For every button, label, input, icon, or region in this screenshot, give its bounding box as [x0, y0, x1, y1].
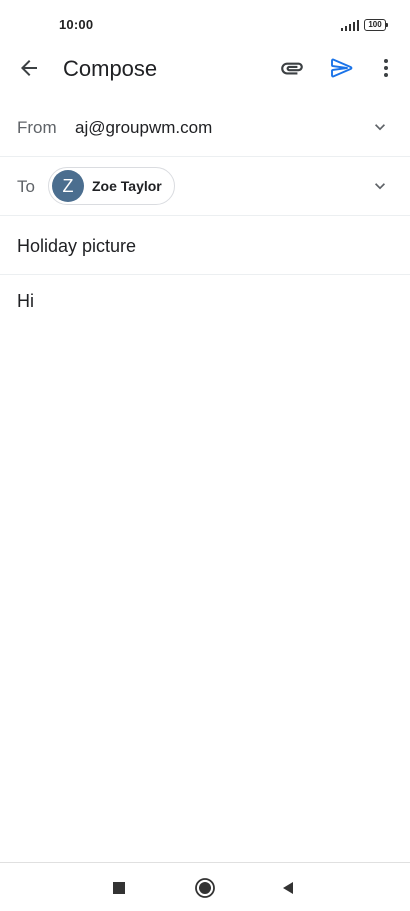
- recipient-chip[interactable]: Z Zoe Taylor: [48, 167, 175, 205]
- send-icon: [331, 58, 353, 78]
- system-nav-bar: [0, 862, 410, 911]
- more-vert-icon: [384, 59, 388, 77]
- send-button[interactable]: [322, 48, 362, 88]
- from-row: From aj@groupwm.com: [0, 99, 410, 157]
- paperclip-icon: [281, 62, 303, 75]
- home-circle-icon: [195, 878, 215, 898]
- chevron-down-icon: [375, 124, 385, 131]
- to-row: To Z Zoe Taylor: [0, 157, 410, 216]
- from-label: From: [17, 118, 57, 137]
- to-label: To: [17, 177, 35, 196]
- status-bar: 10:00 100: [0, 0, 410, 50]
- recipient-name: Zoe Taylor: [92, 178, 162, 194]
- nav-back-button[interactable]: [273, 873, 303, 903]
- page-title: Compose: [63, 56, 158, 81]
- status-time: 10:00: [59, 17, 94, 32]
- compose-screen: 10:00 100 Compose From aj@groupwm.com To…: [0, 0, 410, 911]
- app-bar: Compose: [0, 44, 410, 94]
- to-expand-button[interactable]: [366, 172, 394, 200]
- from-expand-button[interactable]: [366, 113, 394, 141]
- stop-square-icon: [113, 882, 125, 894]
- battery-level: 100: [368, 20, 382, 29]
- home-button[interactable]: [190, 873, 220, 903]
- arrow-back-icon: [21, 60, 37, 76]
- back-button[interactable]: [9, 48, 49, 88]
- from-address[interactable]: aj@groupwm.com: [75, 118, 212, 138]
- back-triangle-icon: [283, 882, 293, 894]
- battery-icon: 100: [364, 19, 389, 31]
- subject-row: Holiday picture: [0, 216, 410, 275]
- signal-icon: [341, 19, 360, 31]
- chevron-down-icon: [375, 183, 385, 190]
- subject-field[interactable]: Holiday picture: [17, 236, 136, 257]
- recents-button[interactable]: [104, 873, 134, 903]
- avatar: Z: [52, 170, 84, 202]
- attach-button[interactable]: [272, 48, 312, 88]
- body-field[interactable]: Hi: [17, 291, 34, 312]
- more-options-button[interactable]: [366, 48, 406, 88]
